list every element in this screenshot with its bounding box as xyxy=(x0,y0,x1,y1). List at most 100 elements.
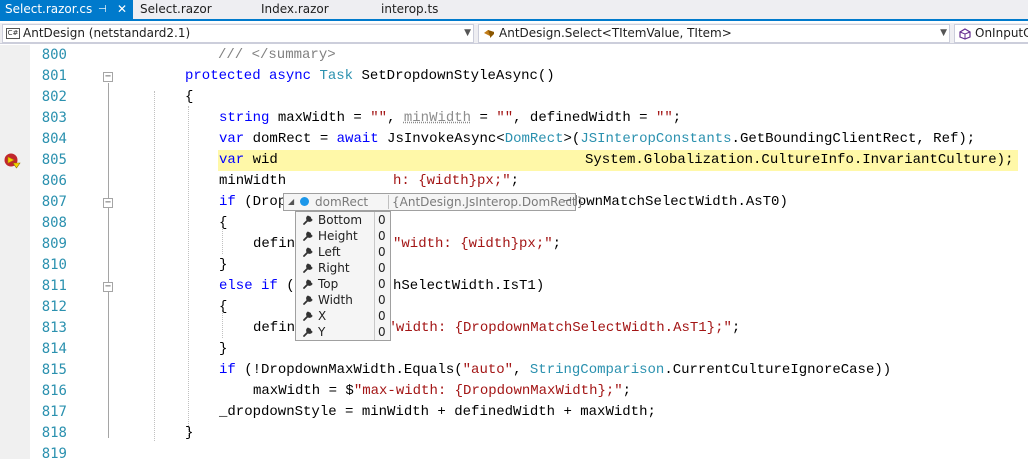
wrench-icon xyxy=(303,263,313,273)
member-name: Bottom xyxy=(318,213,363,227)
line-number: 813 xyxy=(41,320,67,336)
chevron-down-icon: ▼ xyxy=(940,28,947,38)
code-line[interactable]: 809 defin "width: {width}px;"; xyxy=(0,234,1028,255)
line-number: 800 xyxy=(41,47,67,63)
member-name: Top xyxy=(318,277,339,291)
wrench-icon xyxy=(303,247,313,257)
line-number: 802 xyxy=(41,89,67,105)
member-divider xyxy=(374,308,375,324)
code-line[interactable]: 819 xyxy=(0,444,1028,459)
code-line[interactable]: 806 minWidth h: {width}px;"; xyxy=(0,171,1028,192)
collapse-toggle[interactable]: − xyxy=(103,282,113,292)
line-number: 803 xyxy=(41,110,67,126)
code-line[interactable]: 803 string maxWidth = "", minWidth = "",… xyxy=(0,108,1028,129)
member-value[interactable]: 0 xyxy=(378,308,386,324)
code-text: defin xyxy=(253,236,296,252)
member-value[interactable]: 0 xyxy=(378,260,386,276)
member-divider xyxy=(374,260,375,276)
code-text-tail: "width: {width}px;"; xyxy=(393,236,562,252)
code-line[interactable]: 800 /// </summary> xyxy=(0,45,1028,66)
member-divider xyxy=(374,276,375,292)
member-value[interactable]: 0 xyxy=(378,212,386,228)
tab-index-razor[interactable]: Index.razor xyxy=(261,0,329,19)
code-line[interactable]: 801 protected async Task SetDropdownStyl… xyxy=(0,66,1028,87)
member-value[interactable]: 0 xyxy=(378,324,386,340)
line-number: 812 xyxy=(41,299,67,315)
collapse-toggle[interactable]: − xyxy=(103,72,113,82)
tab-label: Index.razor xyxy=(261,2,329,16)
debugger-datatip[interactable]: ◢ domRect {AntDesign.JsInterop.DomRect} … xyxy=(283,193,584,211)
member-name: Width xyxy=(318,293,353,307)
line-number: 804 xyxy=(41,131,67,147)
code-line[interactable]: 817 _dropdownStyle = minWidth + definedW… xyxy=(0,402,1028,423)
line-number: 816 xyxy=(41,383,67,399)
member-value[interactable]: 0 xyxy=(378,228,386,244)
class-icon xyxy=(484,30,494,38)
tab-interop-ts[interactable]: interop.ts xyxy=(381,0,438,19)
datatip-variable-value[interactable]: {AntDesign.JsInterop.DomRect} xyxy=(392,194,584,210)
datatip-member-row[interactable]: X 0 xyxy=(296,308,390,324)
navigation-bar: C# AntDesign (netstandard2.1) ▼ AntDesig… xyxy=(0,23,1028,44)
wrench-icon xyxy=(303,295,313,305)
code-line[interactable]: 818 } xyxy=(0,423,1028,444)
datatip-member-row[interactable]: Y 0 xyxy=(296,324,390,340)
datatip-member-row[interactable]: Left 0 xyxy=(296,244,390,260)
pin-icon[interactable]: ⊣ xyxy=(98,0,107,19)
wrench-icon xyxy=(303,327,313,337)
datatip-member-row[interactable]: Top 0 xyxy=(296,276,390,292)
member-value[interactable]: 0 xyxy=(378,292,386,308)
collapse-arrow-icon[interactable]: ◢ xyxy=(288,194,294,210)
datatip-divider xyxy=(388,195,389,209)
code-line[interactable]: 816 maxWidth = $"max-width: {DropdownMax… xyxy=(0,381,1028,402)
member-name: OnInputC xyxy=(975,26,1028,40)
code-text: { xyxy=(219,215,228,231)
code-line[interactable]: 815 if (!DropdownMaxWidth.Equals("auto",… xyxy=(0,360,1028,381)
project-dropdown[interactable]: C# AntDesign (netstandard2.1) ▼ xyxy=(2,24,474,43)
code-text: protected async Task SetDropdownStyleAsy… xyxy=(185,68,555,84)
member-name: Left xyxy=(318,245,341,259)
line-number: 818 xyxy=(41,425,67,441)
code-editor[interactable]: 800 /// </summary> 801 protected async T… xyxy=(0,45,1028,459)
line-number: 811 xyxy=(41,278,67,294)
code-line[interactable]: 812 { xyxy=(0,297,1028,318)
code-text: /// </summary> xyxy=(218,47,336,63)
member-dropdown[interactable]: OnInputC xyxy=(954,24,1028,43)
member-name: Right xyxy=(318,261,350,275)
code-text: } xyxy=(185,425,194,441)
code-line-current[interactable]: 805 var wid System.Globalization.Culture… xyxy=(0,150,1028,171)
csharp-project-icon: C# xyxy=(6,28,20,39)
code-line[interactable]: 813 definedWidth = $"width: {DropdownMat… xyxy=(0,318,1028,339)
code-line[interactable]: 811 else if ( hSelectWidth.IsT1) xyxy=(0,276,1028,297)
code-text: minWidth xyxy=(219,173,295,189)
code-line[interactable]: 802 { xyxy=(0,87,1028,108)
member-value[interactable]: 0 xyxy=(378,244,386,260)
tab-label: interop.ts xyxy=(381,2,439,16)
tab-select-razor[interactable]: Select.razor xyxy=(140,0,212,19)
code-line[interactable]: 804 var domRect = await JsInvokeAsync<Do… xyxy=(0,129,1028,150)
wrench-icon xyxy=(303,279,313,289)
line-number: 807 xyxy=(41,194,67,210)
datatip-members-list: Bottom 0 Height 0 Left 0 Right 0 Top 0 W… xyxy=(295,211,391,341)
line-number: 809 xyxy=(41,236,67,252)
datatip-member-row[interactable]: Bottom 0 xyxy=(296,212,390,228)
line-number: 819 xyxy=(41,446,67,459)
code-text: } xyxy=(219,341,228,357)
code-line[interactable]: 810 } xyxy=(0,255,1028,276)
datatip-variable-name: domRect xyxy=(315,195,369,209)
collapse-toggle[interactable]: − xyxy=(103,198,113,208)
datatip-member-row[interactable]: Width 0 xyxy=(296,292,390,308)
datatip-member-row[interactable]: Height 0 xyxy=(296,228,390,244)
code-line[interactable]: 808 { xyxy=(0,213,1028,234)
close-icon[interactable]: ✕ xyxy=(117,0,127,19)
code-text: var wid xyxy=(219,152,278,168)
member-value[interactable]: 0 xyxy=(378,276,386,292)
type-dropdown[interactable]: AntDesign.Select<TItemValue, TItem> ▼ xyxy=(478,24,950,43)
tab-select-razor-cs[interactable]: Select.razor.cs ⊣ ✕ xyxy=(0,0,133,19)
pin-icon[interactable]: ⊣ xyxy=(563,194,572,210)
code-text: _dropdownStyle = minWidth + definedWidth… xyxy=(219,404,656,420)
code-text: { xyxy=(185,89,194,105)
code-text: maxWidth = $"max-width: {DropdownMaxWidt… xyxy=(253,383,632,399)
member-divider xyxy=(374,228,375,244)
code-line[interactable]: 814 } xyxy=(0,339,1028,360)
datatip-member-row[interactable]: Right 0 xyxy=(296,260,390,276)
